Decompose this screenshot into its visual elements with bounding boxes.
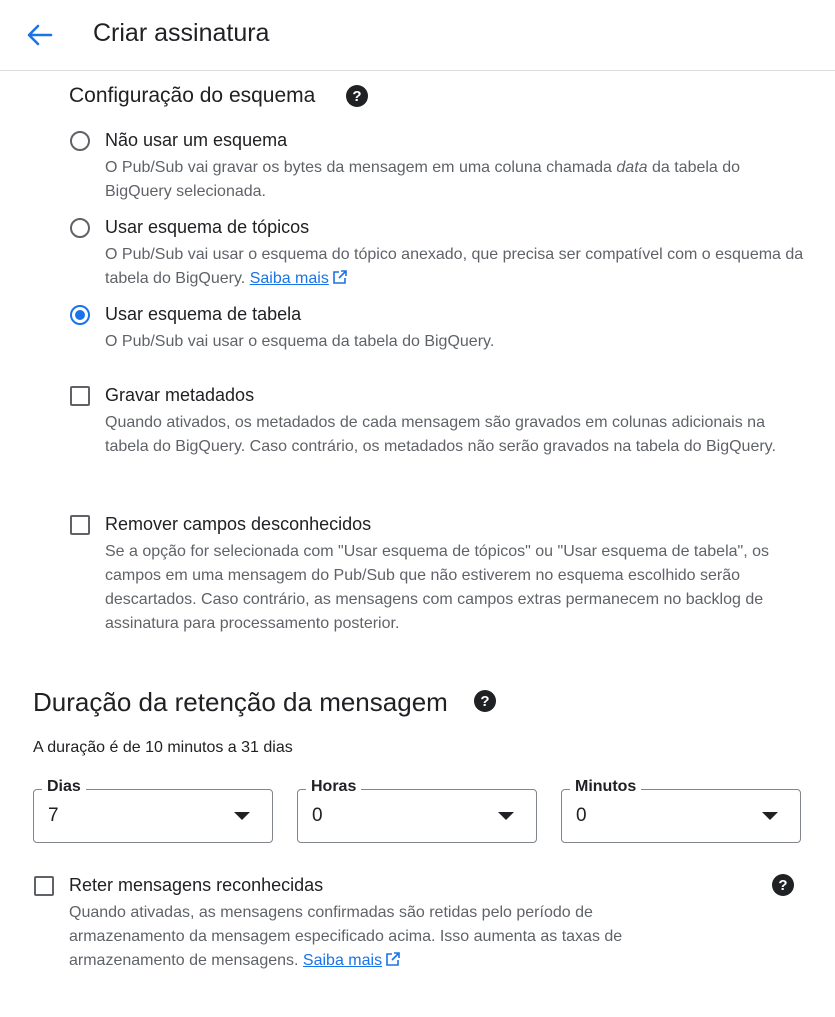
retention-range-info: A duração é de 10 minutos a 31 dias (33, 739, 293, 756)
hours-select[interactable]: Horas 0 (297, 778, 537, 843)
radio-topic-schema[interactable] (70, 218, 90, 238)
learn-more-link[interactable]: Saiba mais (250, 270, 329, 287)
arrow-back-icon (27, 24, 53, 46)
days-select-label: Dias (42, 778, 86, 796)
checkbox-drop-unknown-fields-description: Se a opção for selecionada com "Usar esq… (105, 543, 769, 632)
days-select[interactable]: Dias 7 (33, 778, 273, 843)
radio-no-schema-label: Não usar um esquema (105, 130, 288, 150)
days-select-value: 7 (48, 805, 59, 826)
svg-text:?: ? (778, 877, 787, 894)
radio-table-schema[interactable] (70, 305, 90, 325)
checkbox-drop-unknown-fields[interactable] (70, 515, 90, 535)
svg-text:?: ? (352, 88, 361, 105)
hours-select-label: Horas (306, 778, 362, 796)
app-header: Criar assinatura (0, 0, 835, 71)
checkbox-retain-acked-messages-label: Reter mensagens reconhecidas (69, 875, 324, 895)
open-in-new-icon (386, 952, 400, 966)
retention-section-title: Duração da retenção da mensagem (33, 687, 448, 717)
page-title: Criar assinatura (93, 19, 270, 47)
help-icon[interactable]: ? (345, 84, 369, 108)
hours-select-value: 0 (312, 805, 323, 826)
checkbox-write-metadata-description: Quando ativados, os metadados de cada me… (105, 414, 776, 455)
dropdown-caret-icon (762, 812, 778, 820)
help-icon[interactable]: ? (473, 689, 497, 713)
radio-topic-schema-label: Usar esquema de tópicos (105, 217, 310, 237)
help-icon[interactable]: ? (771, 873, 795, 897)
dropdown-caret-icon (498, 812, 514, 820)
learn-more-link[interactable]: Saiba mais (303, 952, 382, 969)
svg-text:?: ? (480, 693, 489, 710)
checkbox-retain-acked-messages[interactable] (34, 876, 54, 896)
schema-section-title: Configuração do esquema (69, 84, 316, 107)
minutes-select[interactable]: Minutos 0 (561, 778, 801, 843)
radio-table-schema-label: Usar esquema de tabela (105, 304, 302, 324)
radio-no-schema-description: O Pub/Sub vai gravar os bytes da mensage… (105, 159, 741, 200)
checkbox-retain-acked-messages-description: Quando ativadas, as mensagens confirmada… (69, 904, 623, 969)
dropdown-caret-icon (234, 812, 250, 820)
checkbox-write-metadata[interactable] (70, 386, 90, 406)
checkbox-drop-unknown-fields-label: Remover campos desconhecidos (105, 514, 372, 534)
back-button[interactable] (22, 18, 56, 52)
radio-topic-schema-description: O Pub/Sub vai usar o esquema do tópico a… (105, 246, 804, 287)
radio-table-schema-description: O Pub/Sub vai usar o esquema da tabela d… (105, 333, 495, 350)
checkbox-write-metadata-label: Gravar metadados (105, 385, 255, 405)
minutes-select-label: Minutos (570, 778, 642, 796)
radio-no-schema[interactable] (70, 131, 90, 151)
open-in-new-icon (333, 270, 347, 284)
minutes-select-value: 0 (576, 805, 587, 826)
